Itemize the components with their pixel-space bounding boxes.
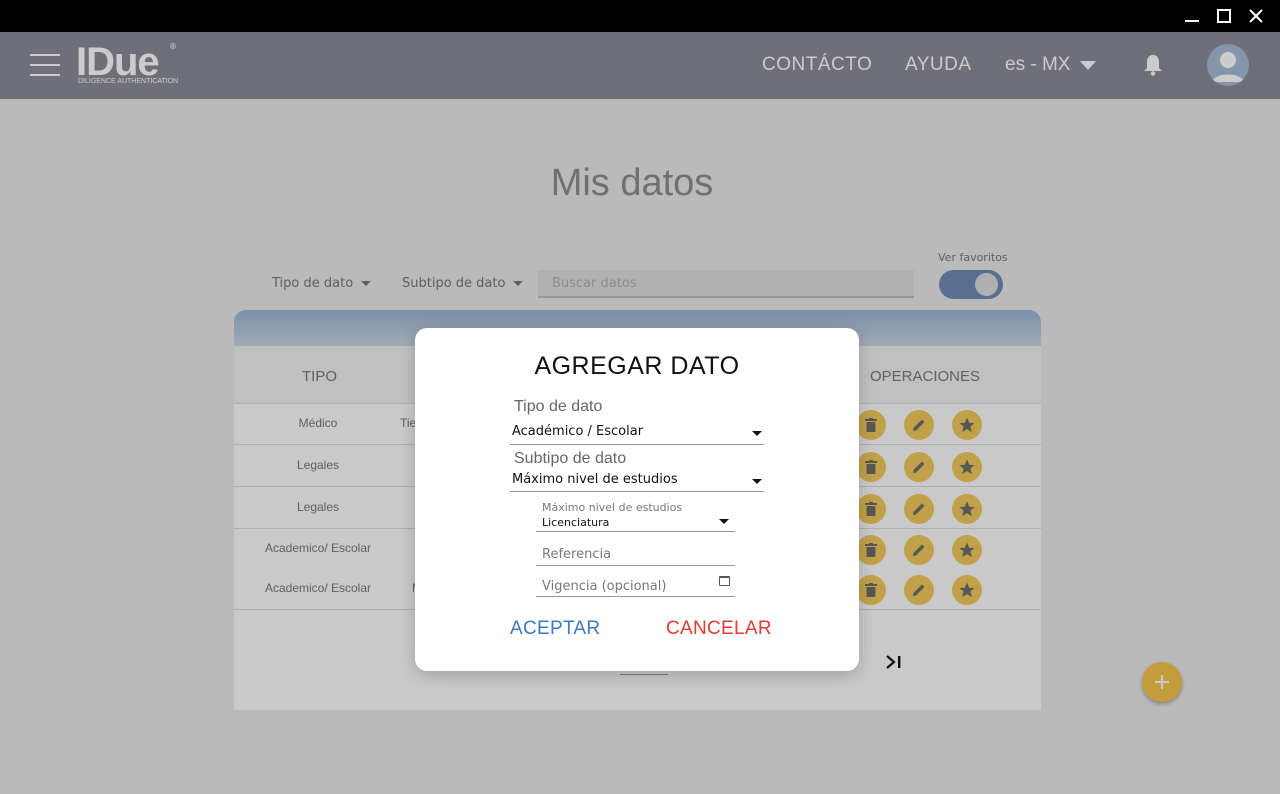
- minimize-icon[interactable]: [1182, 6, 1202, 26]
- nivel-field-label: Máximo nivel de estudios: [542, 501, 683, 514]
- calendar-icon[interactable]: [719, 576, 730, 586]
- close-icon[interactable]: [1246, 6, 1266, 26]
- cancel-button[interactable]: CANCELAR: [666, 618, 772, 640]
- tipo-select[interactable]: Académico / Escolar: [510, 420, 764, 445]
- tipo-field-label: Tipo de dato: [514, 398, 603, 415]
- tipo-select-value: Académico / Escolar: [512, 424, 644, 439]
- referencia-input[interactable]: Referencia: [536, 544, 735, 566]
- dialog-title: AGREGAR DATO: [534, 352, 740, 380]
- maximize-icon[interactable]: [1214, 6, 1234, 26]
- vigencia-date-input[interactable]: Vigencia (opcional): [536, 574, 735, 597]
- add-data-dialog: AGREGAR DATO Tipo de dato Académico / Es…: [415, 328, 859, 671]
- vigencia-placeholder: Vigencia (opcional): [542, 579, 667, 594]
- subtipo-field-label: Subtipo de dato: [514, 450, 627, 467]
- accept-button[interactable]: ACEPTAR: [510, 618, 600, 640]
- referencia-placeholder: Referencia: [542, 547, 612, 562]
- chevron-down-icon: [719, 519, 729, 524]
- nivel-select-value: Licenciatura: [542, 516, 610, 529]
- chevron-down-icon: [752, 479, 762, 484]
- window-titlebar: [0, 0, 1280, 32]
- subtipo-select-value: Máximo nivel de estudios: [512, 472, 678, 487]
- chevron-down-icon: [752, 431, 762, 436]
- subtipo-select[interactable]: Máximo nivel de estudios: [510, 470, 764, 492]
- nivel-select[interactable]: Licenciatura: [536, 514, 735, 532]
